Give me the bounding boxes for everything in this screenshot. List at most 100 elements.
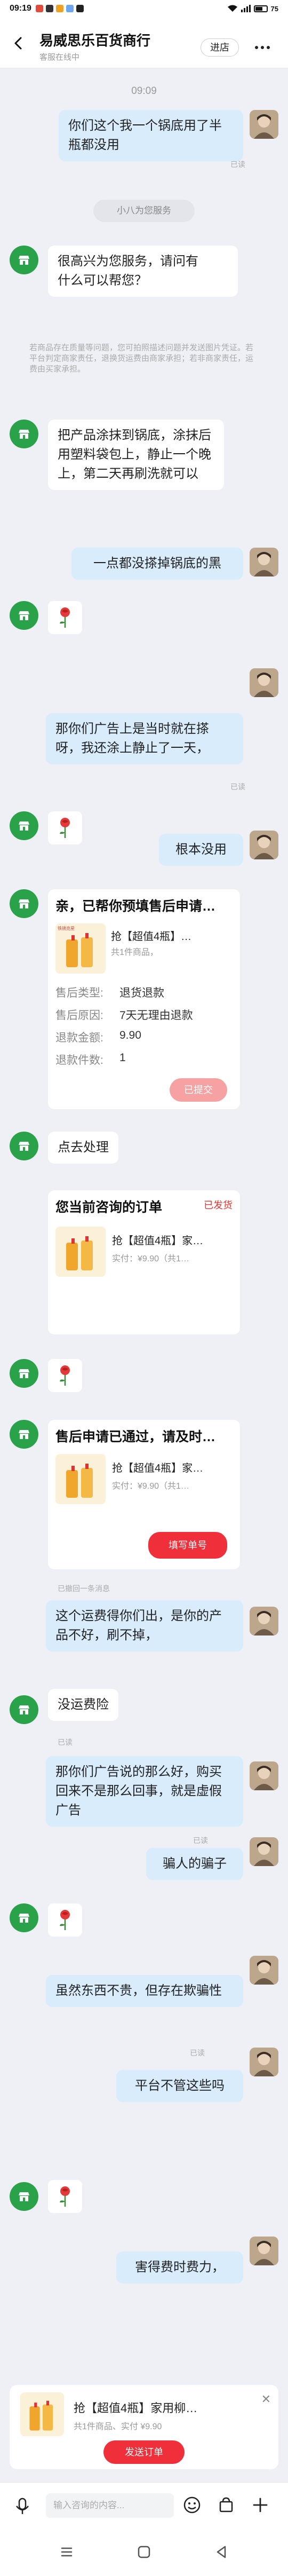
store-icon bbox=[19, 1142, 29, 1151]
shop-avatar[interactable] bbox=[10, 1903, 38, 1932]
store-icon bbox=[19, 1369, 29, 1378]
product-thumbnail[interactable] bbox=[55, 1454, 106, 1504]
rose-icon bbox=[60, 818, 70, 838]
shop-message-line: 很高兴为您服务，请问有 bbox=[58, 254, 198, 268]
read-receipt: 已读 bbox=[193, 1836, 208, 1845]
shopping-bag-icon[interactable] bbox=[217, 2495, 236, 2515]
user-message[interactable]: 你们这个我一个锅底用了半瓶都没用 bbox=[59, 110, 243, 161]
user-avatar-image bbox=[250, 668, 278, 697]
user-message[interactable]: 那你们广告说的那么好，购买回来不是那么回事，就是虚假广告 bbox=[46, 1756, 243, 1827]
notification-icons bbox=[35, 5, 84, 12]
rose-sticker[interactable] bbox=[48, 1359, 82, 1392]
more-button[interactable] bbox=[251, 38, 274, 57]
shop-avatar[interactable] bbox=[10, 1359, 38, 1388]
user-avatar[interactable] bbox=[250, 2048, 278, 2076]
product-thumbnail[interactable] bbox=[20, 2392, 64, 2436]
clock: 09:19 bbox=[10, 4, 31, 13]
back-triangle-icon[interactable] bbox=[212, 2543, 230, 2561]
pending-order-card[interactable]: 抢【超值4瓶】家用柳… 共1件商品、实付 ¥9.90 ✕ 发送订单 bbox=[10, 2385, 278, 2469]
shop-name[interactable]: 易威思乐百货商行 bbox=[39, 30, 150, 50]
message-input[interactable]: 输入咨询的内容... bbox=[46, 2493, 174, 2518]
rose-sticker[interactable] bbox=[48, 811, 82, 844]
card-title: 您当前咨询的订单 bbox=[55, 1200, 163, 1215]
plus-icon[interactable] bbox=[251, 2495, 270, 2515]
wifi-icon bbox=[227, 5, 237, 12]
menu-icon[interactable] bbox=[58, 2543, 76, 2561]
status-bar: 09:19 75 bbox=[0, 0, 288, 17]
shop-avatar[interactable] bbox=[10, 420, 38, 448]
emoji-icon[interactable] bbox=[182, 2495, 202, 2515]
kv-label: 退款金额: bbox=[55, 1032, 103, 1044]
user-avatar[interactable] bbox=[250, 1956, 278, 1985]
service-status: 客服在线中 bbox=[39, 53, 80, 62]
user-avatar[interactable] bbox=[250, 1837, 278, 1866]
shop-avatar[interactable] bbox=[10, 1132, 38, 1160]
enter-shop-button[interactable]: 进店 bbox=[201, 38, 239, 57]
fill-tracking-number-button[interactable]: 填写单号 bbox=[148, 1532, 227, 1559]
send-order-button[interactable]: 发送订单 bbox=[103, 2440, 185, 2464]
after-sale-approved-card[interactable]: 售后申请已通过，请及时… 抢【超值4瓶】家… 实付：¥9.90（共1… 填写单号 bbox=[48, 1420, 240, 1569]
rose-sticker[interactable] bbox=[48, 1903, 82, 1937]
refund-prefill-card[interactable]: 亲，已帮你预填售后申请… 铁锈克星 抢【超值4瓶】… 共1件商品， 售后类型: … bbox=[48, 889, 240, 1109]
shop-message[interactable]: 没运费险 bbox=[48, 1689, 118, 1721]
user-message[interactable]: 这个运费得你们出，是你的产品不好，刷不掉， bbox=[46, 1600, 243, 1652]
store-icon bbox=[19, 611, 29, 620]
order-card[interactable]: 您当前咨询的订单 已发货 抢【超值4瓶】家… 实付：¥9.90（共1… bbox=[48, 1190, 240, 1334]
rose-icon bbox=[60, 2186, 70, 2207]
user-message[interactable]: 虽然东西不贵，但存在欺骗性 bbox=[46, 1975, 243, 2007]
user-avatar[interactable] bbox=[250, 1761, 278, 1790]
shop-message[interactable]: 很高兴为您服务，请问有 什么可以帮您？ bbox=[48, 246, 238, 297]
shop-avatar[interactable] bbox=[10, 1420, 38, 1449]
close-icon[interactable]: ✕ bbox=[261, 2392, 271, 2406]
user-message[interactable]: 根本没用 bbox=[159, 834, 243, 866]
rose-sticker[interactable] bbox=[48, 601, 82, 634]
user-message[interactable]: 一点都没搽掉锅底的黑 bbox=[71, 548, 243, 580]
shop-message[interactable]: 点去处理 bbox=[48, 1132, 118, 1164]
user-avatar[interactable] bbox=[250, 548, 278, 576]
submitted-button[interactable]: 已提交 bbox=[170, 1078, 227, 1102]
product-name: 抢【超值4瓶】家… bbox=[112, 1463, 204, 1474]
shop-avatar[interactable] bbox=[10, 246, 38, 274]
after-sale-policy-notice: 若商品存在质量等问题，您可拍照描述问题并发送图片凭证。若平台判定商家责任，退换货… bbox=[29, 343, 254, 374]
store-icon bbox=[19, 2192, 29, 2201]
product-count: 共1件商品， bbox=[111, 948, 158, 957]
rose-sticker[interactable] bbox=[48, 2180, 82, 2213]
product-price: 实付：¥9.90（共1… bbox=[112, 1482, 189, 1491]
read-receipt: 已读 bbox=[230, 160, 245, 169]
product-price: 实付：¥9.90（共1… bbox=[112, 1254, 189, 1263]
read-receipt: 已读 bbox=[230, 783, 245, 791]
user-avatar[interactable] bbox=[250, 2237, 278, 2265]
battery-level: 75 bbox=[270, 4, 278, 13]
user-message[interactable]: 平台不管这些吗 bbox=[116, 2070, 243, 2102]
signal-icon bbox=[241, 5, 251, 12]
shop-avatar[interactable] bbox=[10, 601, 38, 630]
user-message[interactable]: 骗人的骗子 bbox=[146, 1848, 243, 1880]
user-avatar[interactable] bbox=[250, 668, 278, 697]
user-avatar[interactable] bbox=[250, 1607, 278, 1635]
user-avatar[interactable] bbox=[250, 831, 278, 859]
store-icon bbox=[19, 1705, 29, 1714]
shop-avatar[interactable] bbox=[10, 2182, 38, 2211]
home-icon[interactable] bbox=[135, 2543, 153, 2561]
microphone-icon[interactable] bbox=[12, 2495, 33, 2517]
read-receipt: 已读 bbox=[190, 2049, 205, 2057]
input-bar: 输入咨询的内容... bbox=[0, 2482, 288, 2528]
shop-avatar[interactable] bbox=[10, 889, 38, 918]
kv-label: 售后原因: bbox=[55, 1009, 103, 1022]
product-name: 抢【超值4瓶】家用柳… bbox=[74, 2401, 198, 2415]
shop-avatar[interactable] bbox=[10, 811, 38, 840]
user-avatar[interactable] bbox=[250, 110, 278, 139]
kv-value: 7天无理由退款 bbox=[119, 1009, 193, 1022]
user-avatar-image bbox=[250, 548, 278, 576]
user-message[interactable]: 那你们广告上是当时就在搽呀，我还涂上静止了一天， bbox=[46, 713, 243, 764]
shop-message[interactable]: 把产品涂抹到锅底，涂抹后用塑料袋包上，静止一个晚上，第二天再刷洗就可以 bbox=[48, 420, 224, 490]
shop-avatar[interactable] bbox=[10, 1695, 38, 1724]
kv-value: 退货退款 bbox=[119, 987, 164, 999]
chat-timestamp: 09:09 bbox=[131, 85, 157, 97]
user-message[interactable]: 害得费时费力， bbox=[116, 2251, 243, 2283]
user-avatar-image bbox=[250, 1837, 278, 1866]
rose-icon bbox=[60, 607, 70, 628]
product-thumbnail[interactable] bbox=[55, 1227, 106, 1277]
back-button[interactable] bbox=[11, 35, 27, 51]
user-avatar-image bbox=[250, 110, 278, 139]
